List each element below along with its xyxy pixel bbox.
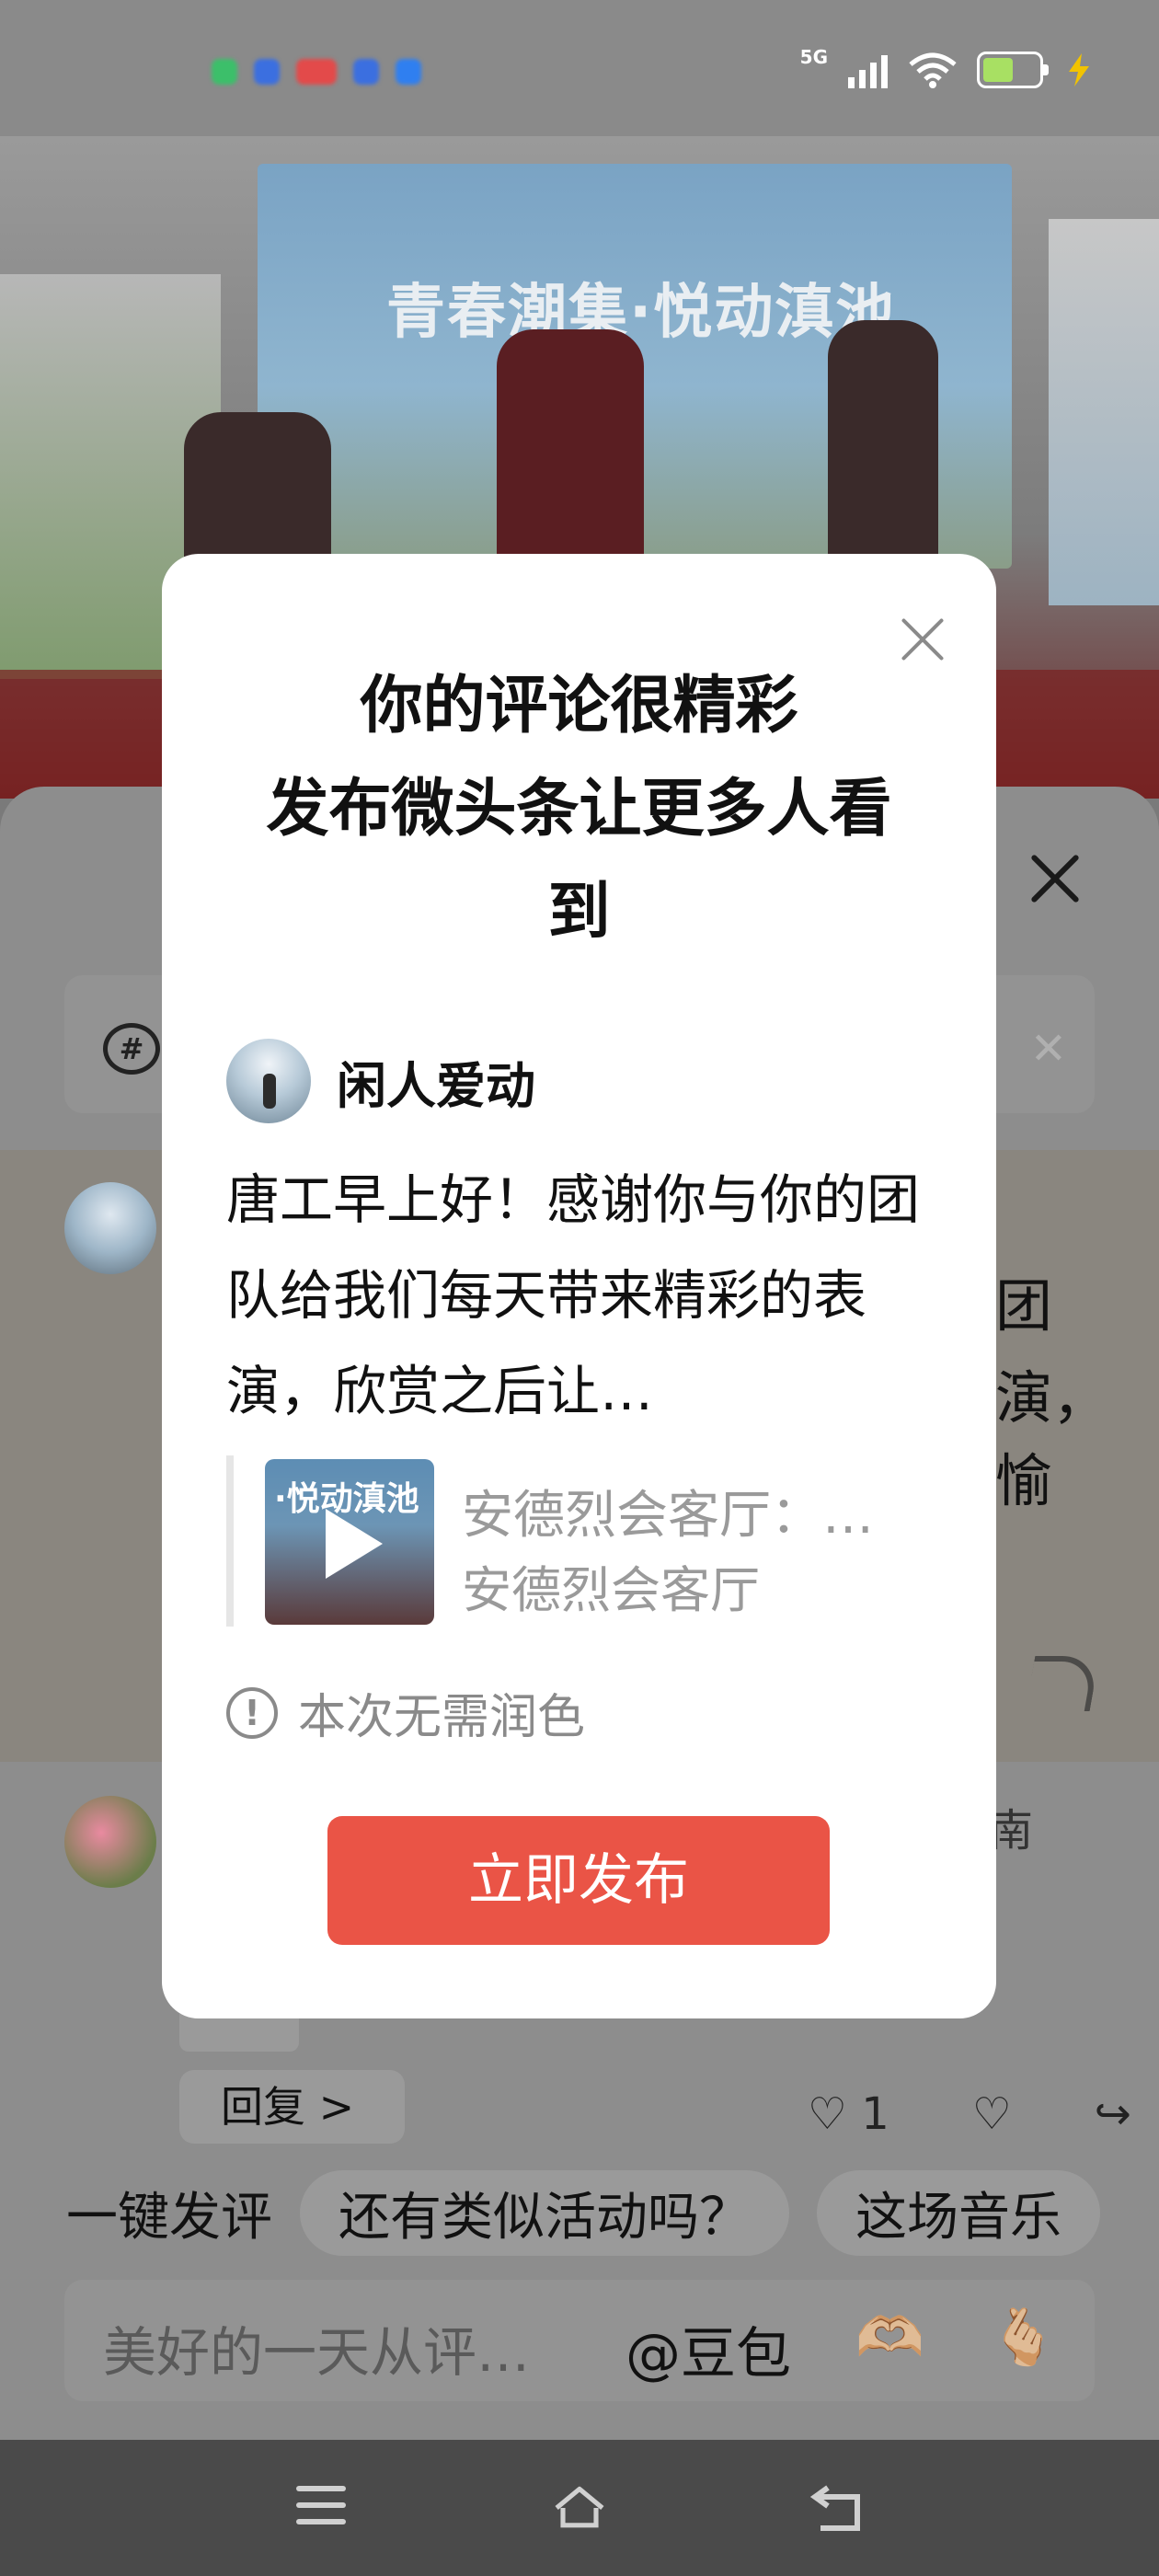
quick-comment-row: 一键发评 还有类似活动吗？ 这场音乐 <box>0 2162 1159 2263</box>
quoted-post-source: 安德烈会客厅 <box>462 1561 760 1619</box>
signal-icon <box>848 55 888 88</box>
dislike-heart-icon[interactable]: ♡ <box>972 2088 1012 2140</box>
like-button[interactable]: ♡ 1 <box>808 2088 889 2140</box>
author-row: 闲人爱动 <box>226 1039 535 1123</box>
battery-icon <box>977 52 1049 88</box>
menu-icon[interactable] <box>296 2486 351 2537</box>
topic-hash-icon: # <box>103 1023 160 1075</box>
reply-button[interactable]: 回复 > <box>179 2070 405 2144</box>
commenter-avatar-2[interactable] <box>64 1796 156 1888</box>
publish-button[interactable]: 立即发布 <box>327 1816 830 1945</box>
mention-doubao-button[interactable]: @豆包 <box>625 2309 791 2389</box>
comment-snippet: 团 <box>995 1272 1053 1340</box>
quick-comment-label: 一键发评 <box>66 2187 272 2248</box>
quoted-post-card[interactable]: ·悦动滇池 安德烈会客厅：… 安德烈会客厅 <box>226 1455 944 1627</box>
play-icon <box>326 1509 383 1579</box>
banner-title: 青春潮集·悦动滇池 <box>386 279 897 347</box>
quick-comment-chip[interactable]: 这场音乐 <box>817 2169 1100 2256</box>
comment-actions: ♡ 1 ♡ ↪ <box>808 2088 1131 2140</box>
dialog-title: 你的评论很精彩 发布微头条让更多人看到 <box>266 670 892 949</box>
close-sheet-icon[interactable] <box>1021 846 1085 911</box>
app-notification-icon <box>396 59 421 85</box>
publish-dialog: 你的评论很精彩 发布微头条让更多人看到 闲人爱动 唐工早上好！感谢你与你的团队给… <box>162 554 996 2018</box>
status-bar: 5G <box>0 0 1159 136</box>
author-name: 闲人爱动 <box>337 1056 535 1115</box>
quoted-post-title: 安德烈会客厅：… <box>462 1486 874 1546</box>
back-icon[interactable] <box>809 2482 865 2534</box>
home-icon[interactable] <box>552 2482 607 2534</box>
polish-notice: ! 本次无需润色 <box>226 1678 585 1747</box>
system-nav-bar <box>0 2440 1159 2576</box>
comment-snippet: 演， <box>995 1364 1110 1432</box>
charging-icon <box>1069 53 1089 86</box>
system-status: 5G <box>800 46 1095 88</box>
comment-input-placeholder: 美好的一天从评… <box>103 2321 531 2384</box>
app-notification-icon <box>353 59 379 85</box>
share-icon-2[interactable]: ↪ <box>1095 2088 1131 2140</box>
quick-comment-chip[interactable]: 还有类似活动吗？ <box>300 2169 789 2256</box>
video-thumbnail: ·悦动滇池 <box>265 1459 434 1625</box>
info-icon: ! <box>226 1686 278 1739</box>
banner-right <box>1049 219 1159 605</box>
app-notification-icon <box>296 59 337 85</box>
comment-snippet: 愉 <box>995 1447 1053 1514</box>
comment-text: 唐工早上好！感谢你与你的团队给我们每天带来精彩的表演，欣赏之后让… <box>226 1168 921 1422</box>
emoji-button[interactable]: 🫰🏼 <box>989 2305 1058 2370</box>
commenter-avatar[interactable] <box>64 1182 156 1274</box>
app-notification-icon <box>212 59 237 85</box>
app-notification-icon <box>254 59 280 85</box>
topic-close-icon[interactable]: ✕ <box>1030 1023 1067 1075</box>
network-type: 5G <box>799 46 828 68</box>
polish-notice-text: 本次无需润色 <box>298 1690 586 1745</box>
emoji-button[interactable]: 🫶🏼 <box>855 2305 924 2370</box>
notification-icons <box>212 59 421 85</box>
wifi-icon <box>909 52 957 88</box>
author-avatar <box>226 1039 311 1123</box>
like-count: 1 <box>861 2088 889 2140</box>
